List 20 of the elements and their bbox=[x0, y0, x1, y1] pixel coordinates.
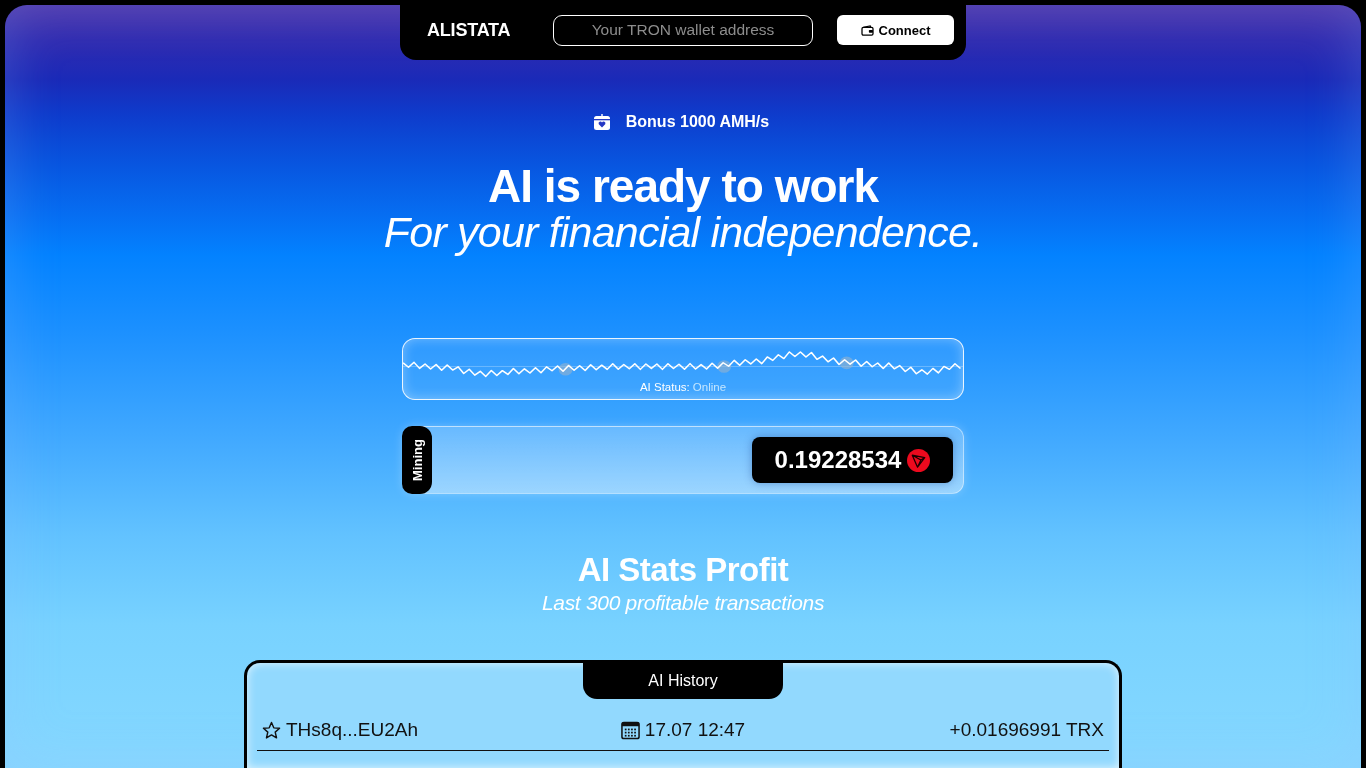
status-value: Online bbox=[692, 381, 727, 394]
bonus-text: Bonus 1000 AMH/s bbox=[625, 112, 770, 132]
section-subtitle: Last 300 profitable transactions bbox=[541, 591, 825, 615]
calendar-icon bbox=[620, 720, 640, 740]
mining-label: Mining bbox=[402, 426, 432, 494]
wallet-input[interactable]: Your TRON wallet address bbox=[553, 14, 813, 46]
coin-icon bbox=[907, 448, 931, 472]
transaction-amount: +0.01696991 TRX bbox=[949, 719, 1104, 741]
status-label: AI Status: bbox=[639, 381, 690, 394]
star-icon bbox=[262, 720, 281, 740]
history-title: AI History bbox=[583, 662, 783, 699]
wallet-address: THs8q...EU2Ah bbox=[286, 719, 418, 741]
logo-text: ALISTATA bbox=[427, 19, 511, 41]
gift-box-icon bbox=[592, 113, 611, 131]
headline: AI is ready to work bbox=[488, 163, 878, 210]
wallet-icon bbox=[860, 24, 874, 36]
timestamp: 17.07 12:47 bbox=[644, 719, 746, 741]
section-title: AI Stats Profit bbox=[577, 551, 789, 589]
mining-amount: 0.19228534 bbox=[774, 446, 902, 474]
connect-button[interactable]: Connect bbox=[837, 15, 954, 45]
